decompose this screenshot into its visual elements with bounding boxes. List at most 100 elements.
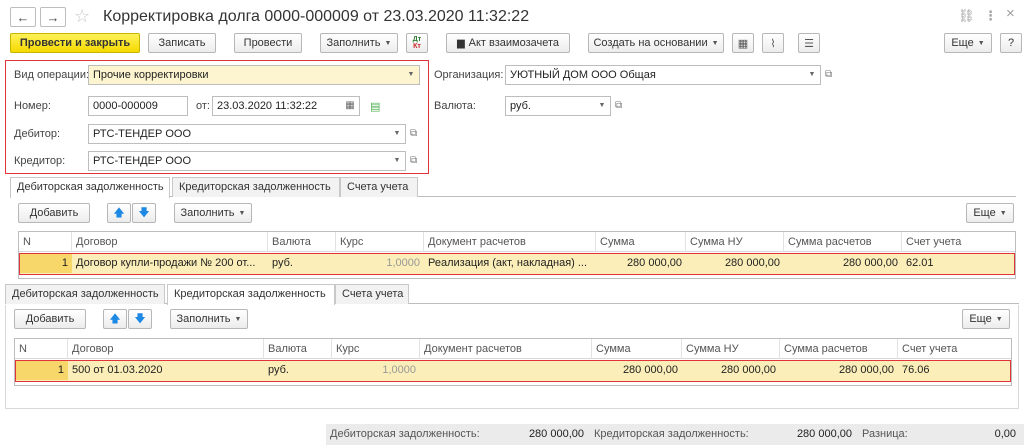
- column-header-rate[interactable]: Курс: [335, 232, 363, 252]
- column-header-currency[interactable]: Валюта: [263, 339, 307, 359]
- chevron-down-icon: ▼: [234, 315, 242, 323]
- number-input[interactable]: 0000-000009: [88, 96, 188, 116]
- chevron-down-icon[interactable]: ▼: [595, 97, 609, 115]
- chevron-down-icon[interactable]: ▼: [390, 125, 404, 143]
- credit-tabs: Дебиторская задолженность Кредиторская з…: [5, 284, 1019, 305]
- attach-button[interactable]: ⌇: [762, 33, 784, 53]
- more-actions-icon[interactable]: ⋮: [984, 8, 997, 24]
- offset-act-button[interactable]: ▆ Акт взаимозачета: [446, 33, 570, 53]
- more-button[interactable]: Еще ▼: [944, 33, 992, 53]
- help-button[interactable]: ?: [1000, 33, 1022, 53]
- tab-accounts[interactable]: Счета учета: [335, 284, 409, 304]
- cell-n: 1: [20, 254, 72, 273]
- column-header-n[interactable]: N: [19, 232, 31, 252]
- cell-rate: 1,0000: [382, 364, 416, 376]
- column-header-sum-nu[interactable]: Сумма НУ: [681, 339, 739, 359]
- arrow-left-icon: ←: [16, 9, 30, 25]
- report-button[interactable]: ☰: [798, 33, 820, 53]
- add-button[interactable]: Добавить: [18, 203, 90, 223]
- cell-sum-calc: 280 000,00: [842, 257, 898, 269]
- chevron-down-icon: ▼: [999, 209, 1007, 217]
- forward-button[interactable]: →: [40, 7, 66, 27]
- chevron-down-icon[interactable]: ▼: [404, 66, 418, 84]
- back-button[interactable]: ←: [10, 7, 36, 27]
- difference-value: 0,00: [994, 428, 1016, 440]
- column-header-sum[interactable]: Сумма: [595, 232, 635, 252]
- table-row[interactable]: 1 Договор купли-продажи № 200 от... руб.…: [19, 253, 1015, 275]
- open-organization-icon[interactable]: ⧉: [825, 65, 832, 85]
- cell-sum-nu: 280 000,00: [724, 257, 780, 269]
- column-header-document[interactable]: Документ расчетов: [423, 232, 526, 252]
- currency-select[interactable]: руб. ▼: [505, 96, 611, 116]
- arrow-down-icon: 🡇: [134, 312, 146, 325]
- date-input[interactable]: 23.03.2020 11:32:22 ▦: [212, 96, 360, 116]
- link-icon[interactable]: ⛓: [958, 8, 975, 24]
- cell-rate: 1,0000: [386, 257, 420, 269]
- column-header-contract[interactable]: Договор: [67, 339, 114, 359]
- post-button[interactable]: Провести: [234, 33, 302, 53]
- chevron-down-icon: ▼: [995, 315, 1003, 323]
- tab-debit[interactable]: Дебиторская задолженность: [10, 177, 170, 198]
- cell-currency: руб.: [268, 364, 289, 376]
- organization-select[interactable]: УЮТНЫЙ ДОМ ООО Общая ▼: [505, 65, 821, 85]
- cell-sum-calc: 280 000,00: [838, 364, 894, 376]
- column-header-account[interactable]: Счет учета: [897, 339, 957, 359]
- credit-total-label: Кредиторская задолженность:: [594, 428, 749, 440]
- debit-total-value: 280 000,00: [528, 428, 584, 440]
- column-header-sum[interactable]: Сумма: [591, 339, 631, 359]
- column-header-document[interactable]: Документ расчетов: [419, 339, 522, 359]
- structure-icon: ▦: [737, 37, 749, 50]
- table-header: N Договор Валюта Курс Документ расчетов …: [19, 232, 1015, 252]
- table-row[interactable]: 1 500 от 01.03.2020 руб. 1,0000 280 000,…: [15, 360, 1011, 382]
- column-header-contract[interactable]: Договор: [71, 232, 118, 252]
- open-creditor-icon[interactable]: ⧉: [410, 151, 417, 171]
- table-more-button[interactable]: Еще ▼: [966, 203, 1014, 223]
- table-fill-button[interactable]: Заполнить ▼: [170, 309, 248, 329]
- creditor-select[interactable]: РТС-ТЕНДЕР ООО ▼: [88, 151, 406, 171]
- column-header-account[interactable]: Счет учета: [901, 232, 961, 252]
- tab-debit[interactable]: Дебиторская задолженность: [5, 284, 165, 304]
- cell-contract: Договор купли-продажи № 200 от...: [76, 257, 256, 269]
- operation-type-select[interactable]: Прочие корректировки ▼: [88, 65, 420, 85]
- fill-button[interactable]: Заполнить ▼: [320, 33, 398, 53]
- difference-label: Разница:: [862, 428, 908, 440]
- move-up-button[interactable]: 🡅: [107, 203, 131, 223]
- create-based-on-button[interactable]: Создать на основании ▼: [588, 33, 724, 53]
- table-more-button[interactable]: Еще ▼: [962, 309, 1010, 329]
- report-icon: ☰: [804, 37, 814, 50]
- chevron-down-icon: ▼: [384, 39, 392, 47]
- calendar-icon[interactable]: ▦: [343, 97, 357, 115]
- close-icon[interactable]: ×: [1006, 6, 1015, 22]
- tab-credit[interactable]: Кредиторская задолженность: [167, 284, 335, 305]
- move-up-button[interactable]: 🡅: [103, 309, 127, 329]
- column-header-sum-nu[interactable]: Сумма НУ: [685, 232, 743, 252]
- column-header-sum-calc[interactable]: Сумма расчетов: [783, 232, 872, 252]
- number-label: Номер:: [14, 100, 51, 112]
- favorite-star-icon[interactable]: ☆: [74, 6, 90, 26]
- move-down-button[interactable]: 🡇: [128, 309, 152, 329]
- date-label: от:: [196, 100, 210, 112]
- chevron-down-icon[interactable]: ▼: [805, 66, 819, 84]
- debit-tabs: Дебиторская задолженность Кредиторская з…: [10, 177, 1016, 198]
- post-and-close-button[interactable]: Провести и закрыть: [10, 33, 140, 53]
- arrow-up-icon: 🡅: [113, 206, 125, 219]
- add-button[interactable]: Добавить: [14, 309, 86, 329]
- column-header-n[interactable]: N: [15, 339, 27, 359]
- debit-total-label: Дебиторская задолженность:: [330, 428, 480, 440]
- printer-icon: ▆: [456, 37, 465, 49]
- arrow-right-icon: →: [46, 9, 60, 25]
- column-header-sum-calc[interactable]: Сумма расчетов: [779, 339, 868, 359]
- open-currency-icon[interactable]: ⧉: [615, 96, 622, 116]
- open-debtor-icon[interactable]: ⧉: [410, 124, 417, 144]
- table-fill-button[interactable]: Заполнить ▼: [174, 203, 252, 223]
- save-button[interactable]: Записать: [148, 33, 216, 53]
- debtor-select[interactable]: РТС-ТЕНДЕР ООО ▼: [88, 124, 406, 144]
- move-down-button[interactable]: 🡇: [132, 203, 156, 223]
- structure-button[interactable]: ▦: [732, 33, 754, 53]
- tab-credit[interactable]: Кредиторская задолженность: [172, 177, 340, 197]
- column-header-currency[interactable]: Валюта: [267, 232, 311, 252]
- column-header-rate[interactable]: Курс: [331, 339, 359, 359]
- tab-accounts[interactable]: Счета учета: [340, 177, 418, 197]
- chevron-down-icon[interactable]: ▼: [390, 152, 404, 170]
- dt-kt-button[interactable]: Дт Кт: [406, 33, 428, 53]
